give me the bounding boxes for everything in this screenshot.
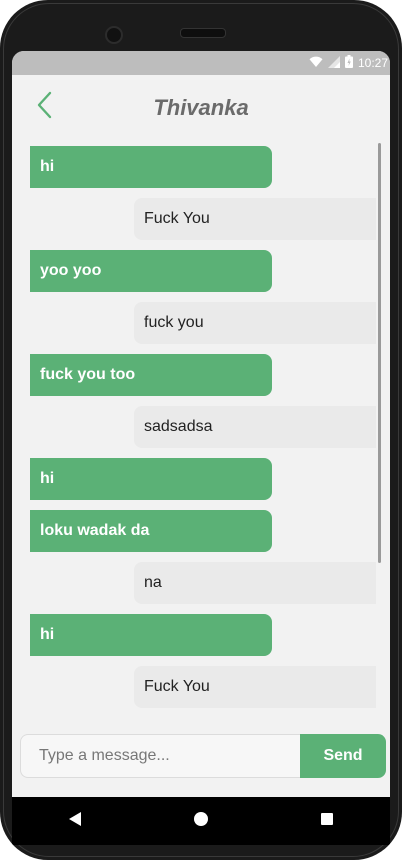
message-sent: hi [30, 458, 272, 500]
status-bar: 10:27 [12, 51, 390, 75]
message-list[interactable]: hi Fuck You yoo yoo fuck you fuck you to… [12, 143, 390, 711]
nav-recents-button[interactable] [307, 801, 347, 841]
contact-name: Thivanka [153, 95, 249, 120]
message-list-scrollbar[interactable] [378, 143, 381, 563]
message-received: Fuck You [134, 198, 376, 240]
message-text: hi [40, 470, 55, 487]
message-text: fuck you [144, 314, 204, 331]
send-button[interactable]: Send [300, 734, 386, 778]
message-text: hi [40, 626, 55, 643]
back-triangle-icon [68, 811, 82, 832]
android-nav-bar [12, 797, 390, 845]
wifi-icon [309, 56, 323, 71]
message-text: fuck you too [40, 366, 136, 383]
message-text: yoo yoo [40, 262, 102, 279]
message-sent: fuck you too [30, 354, 272, 396]
home-circle-icon [193, 811, 209, 832]
message-text: loku wadak da [40, 522, 150, 539]
message-text: hi [40, 158, 55, 175]
message-sent: hi [30, 614, 272, 656]
phone-frame: 10:27 Thivanka hi Fuck You yoo yoo fuck … [0, 0, 402, 860]
message-text: na [144, 574, 162, 591]
message-received: Fuck You [134, 666, 376, 708]
message-sent: loku wadak da [30, 510, 272, 552]
message-received: na [134, 562, 376, 604]
message-sent: yoo yoo [30, 250, 272, 292]
message-sent: hi [30, 146, 272, 188]
chat-header: Thivanka [12, 75, 390, 141]
nav-home-button[interactable] [181, 801, 221, 841]
front-camera [105, 26, 123, 44]
app-screen: 10:27 Thivanka hi Fuck You yoo yoo fuck … [12, 51, 390, 797]
message-received: sadsadsa [134, 406, 376, 448]
earpiece-speaker [180, 28, 226, 38]
message-text: Fuck You [144, 678, 210, 695]
message-received: fuck you [134, 302, 376, 344]
message-input[interactable] [20, 734, 300, 778]
message-composer: Send [20, 734, 386, 780]
battery-icon [344, 55, 353, 71]
message-text: sadsadsa [144, 418, 213, 435]
status-time: 10:27 [357, 56, 388, 70]
recents-square-icon [320, 812, 334, 831]
signal-icon [327, 55, 340, 71]
nav-back-button[interactable] [55, 801, 95, 841]
message-text: Fuck You [144, 210, 210, 227]
